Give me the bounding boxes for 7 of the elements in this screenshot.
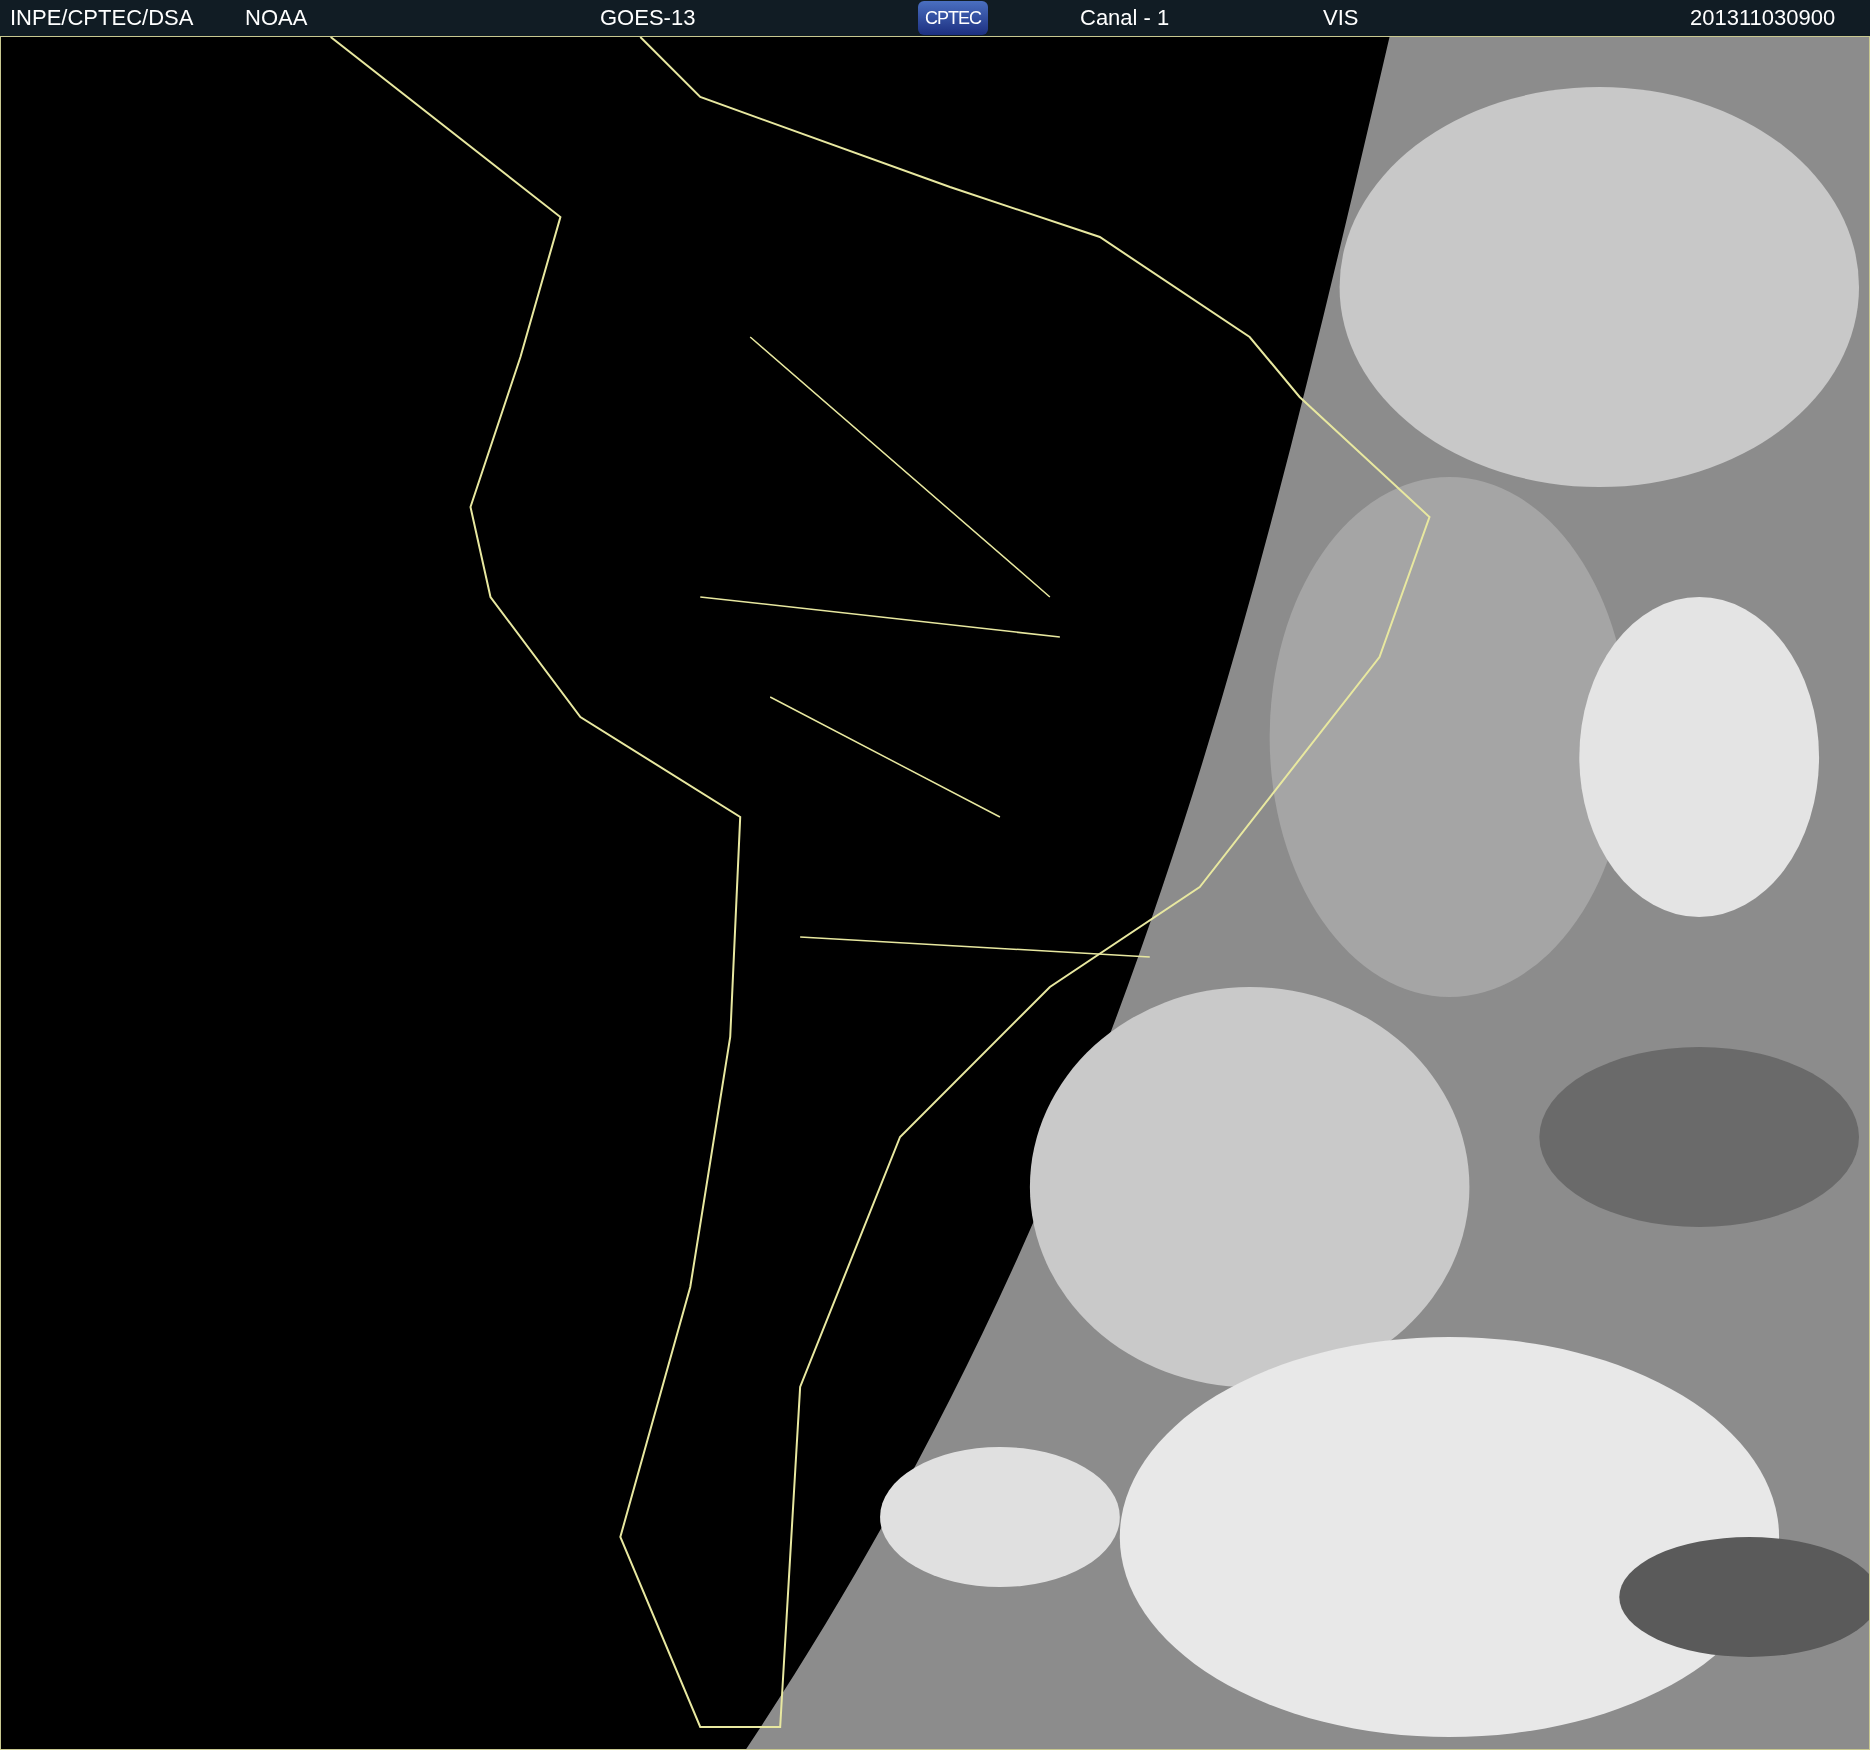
source-label: NOAA bbox=[245, 5, 309, 31]
satellite-label: GOES-13 bbox=[600, 5, 697, 31]
agency-label: INPE/CPTEC/DSA bbox=[10, 5, 195, 31]
logo: CPTEC bbox=[918, 1, 988, 35]
channel-label: Canal - 1 bbox=[1080, 5, 1171, 31]
timestamp-label: 201311030900 bbox=[1690, 5, 1836, 31]
band-label: VIS bbox=[1323, 5, 1360, 31]
